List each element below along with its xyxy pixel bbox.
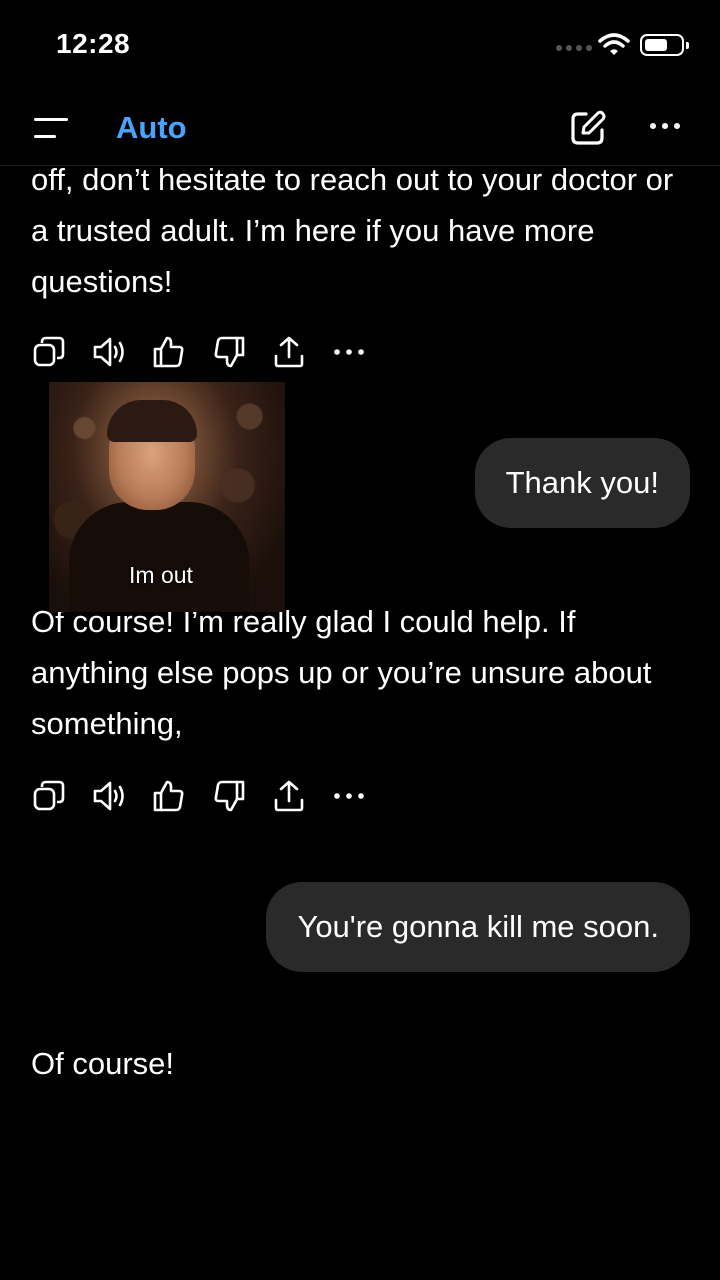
user-message-bubble: Thank you! xyxy=(474,438,690,528)
copy-icon[interactable] xyxy=(32,778,92,814)
message-actions xyxy=(32,778,392,814)
status-time: 12:28 xyxy=(56,28,131,59)
gif-sticker[interactable]: Im out xyxy=(49,382,285,612)
assistant-message: off, don’t hesitate to reach out to your… xyxy=(31,166,674,299)
user-message-bubble: You're gonna kill me soon. xyxy=(266,882,690,972)
thumbs-up-icon[interactable] xyxy=(152,778,212,814)
message-actions xyxy=(32,334,392,370)
share-icon[interactable] xyxy=(272,778,332,814)
share-icon[interactable] xyxy=(272,334,332,370)
sidebar-menu-icon[interactable] xyxy=(34,116,70,142)
chat-thread: off, don’t hesitate to reach out to your… xyxy=(0,166,720,1280)
thumbs-down-icon[interactable] xyxy=(212,778,272,814)
thumbs-up-icon[interactable] xyxy=(152,334,212,370)
battery-icon xyxy=(640,34,689,56)
more-icon[interactable] xyxy=(332,778,392,814)
model-selector[interactable]: Auto xyxy=(116,110,187,146)
copy-icon[interactable] xyxy=(32,334,92,370)
new-chat-icon[interactable] xyxy=(568,108,608,148)
gif-caption: Im out xyxy=(129,562,193,588)
read-aloud-icon[interactable] xyxy=(92,778,152,814)
assistant-message: Of course! xyxy=(31,1046,174,1081)
more-options-icon[interactable] xyxy=(650,123,680,129)
more-icon[interactable] xyxy=(332,334,392,370)
thumbs-down-icon[interactable] xyxy=(212,334,272,370)
wifi-icon xyxy=(598,33,630,55)
cellular-signal-icon xyxy=(556,45,592,51)
status-bar: 12:28 xyxy=(0,0,720,90)
assistant-message: Of course! I’m really glad I could help.… xyxy=(31,604,652,741)
read-aloud-icon[interactable] xyxy=(92,334,152,370)
top-bar: Auto xyxy=(0,90,720,166)
